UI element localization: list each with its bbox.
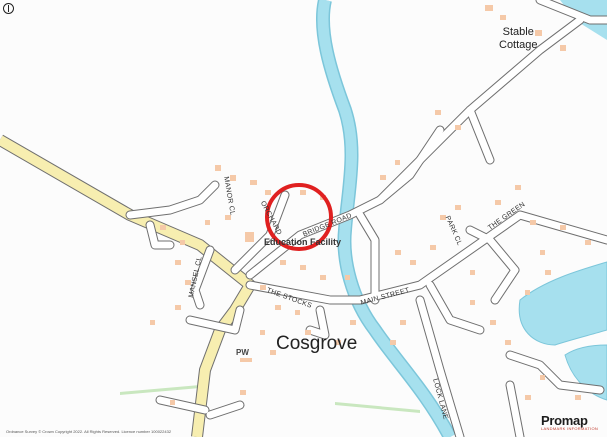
lakes xyxy=(518,261,607,401)
promap-logo-tagline: LANDMARK INFORMATION xyxy=(541,426,599,431)
green-strip xyxy=(120,385,200,395)
north-arrow-icon xyxy=(3,3,14,14)
promap-logo: Promap LANDMARK INFORMATION xyxy=(541,413,598,431)
copyright-notice: Ordnance Survey © Crown Copyright 2022. … xyxy=(6,429,172,434)
green-strip xyxy=(335,402,420,413)
education-facility-label: Education Facility xyxy=(264,237,342,247)
stable-cottage-line2: Cottage xyxy=(499,39,538,51)
cosgrove-label: Cosgrove xyxy=(276,333,358,354)
pw-label: PW xyxy=(236,348,249,357)
map-canvas[interactable]: Stable Cottage Education Facility Cosgro… xyxy=(0,0,607,437)
map-layer xyxy=(0,0,607,437)
stable-cottage-label: Stable Cottage xyxy=(499,26,538,52)
stable-cottage-line1: Stable xyxy=(502,26,534,38)
